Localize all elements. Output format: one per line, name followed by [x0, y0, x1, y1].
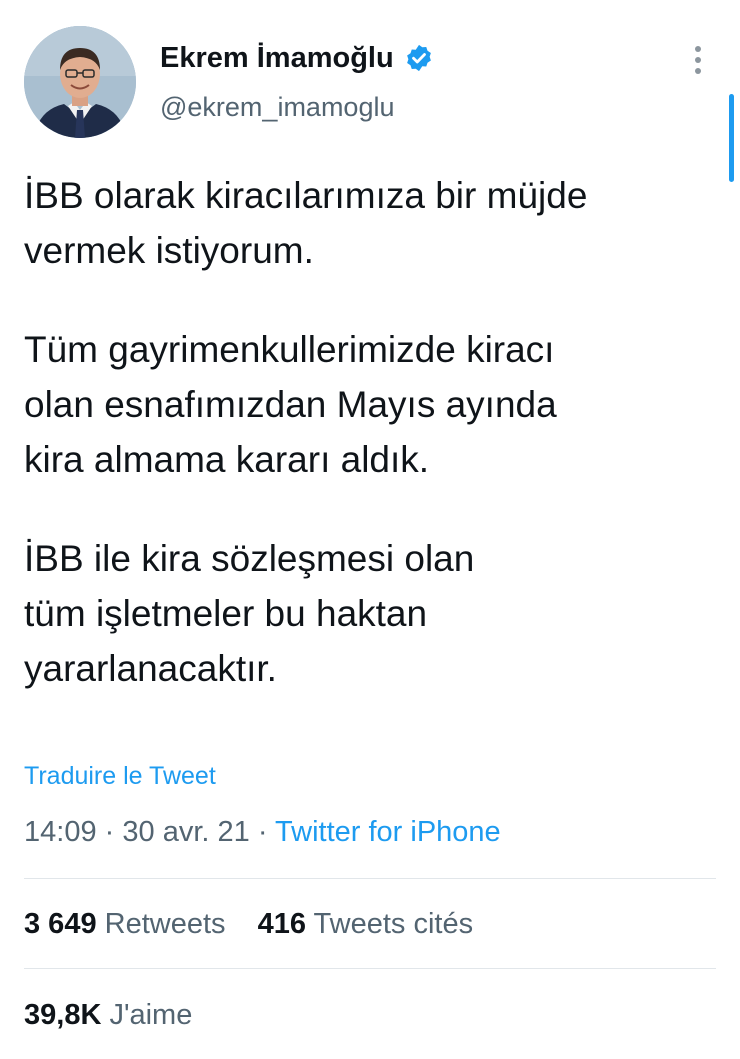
scrollbar-thumb[interactable]	[729, 94, 734, 182]
more-vertical-icon[interactable]	[686, 42, 710, 78]
retweets-stat[interactable]: 3 649 Retweets	[24, 908, 226, 941]
tweet-text-line: yararlanacaktır.	[24, 648, 277, 689]
retweets-label: Retweets	[104, 908, 226, 940]
author-display-name[interactable]: Ekrem İmamoğlu	[160, 42, 394, 75]
more-dot	[695, 68, 701, 74]
quotes-stat[interactable]: 416 Tweets cités	[258, 908, 474, 941]
avatar[interactable]	[24, 26, 136, 138]
tweet-text-line: Tüm gayrimenkullerimizde kiracı	[24, 329, 555, 370]
translate-tweet-link[interactable]: Traduire le Tweet	[24, 762, 216, 791]
tweet-text-line: İBB olarak kiracılarımıza bir müjde	[24, 175, 588, 216]
more-dot	[695, 57, 701, 63]
tweet-source-link[interactable]: Twitter for iPhone	[275, 816, 501, 848]
meta-separator: ·	[257, 816, 268, 848]
tweet-text-line: olan esnafımızdan Mayıs ayında	[24, 384, 557, 425]
more-dot	[695, 46, 701, 52]
tweet-text-line: tüm işletmeler bu haktan	[24, 593, 428, 634]
tweet-text-line: vermek istiyorum.	[24, 230, 314, 271]
profile-photo	[24, 26, 136, 138]
quotes-count: 416	[257, 908, 306, 940]
likes-label: J'aime	[109, 999, 193, 1031]
likes-row: 39,8K J'aime	[24, 999, 192, 1032]
tweet-text: İBB olarak kiracılarımıza bir müjde verm…	[24, 168, 716, 696]
tweet-time[interactable]: 14:09	[24, 816, 97, 848]
engagement-row: 3 649 Retweets 416 Tweets cités	[24, 908, 473, 941]
likes-stat[interactable]: 39,8K J'aime	[24, 999, 192, 1032]
tweet-text-line: kira almama kararı aldık.	[24, 439, 430, 480]
divider	[24, 878, 716, 879]
verified-badge-icon	[404, 43, 434, 73]
likes-count: 39,8K	[24, 999, 102, 1031]
quotes-label: Tweets cités	[313, 908, 474, 940]
tweet-meta: 14:09 · 30 avr. 21 · Twitter for iPhone	[24, 816, 501, 849]
tweet-date[interactable]: 30 avr. 21	[122, 816, 249, 848]
author-handle[interactable]: @ekrem_imamoglu	[160, 92, 394, 123]
meta-separator: ·	[104, 816, 115, 848]
author-name-row[interactable]: Ekrem İmamoğlu	[160, 40, 434, 76]
tweet-text-line: İBB ile kira sözleşmesi olan	[24, 538, 475, 579]
divider	[24, 968, 716, 969]
retweets-count: 3 649	[24, 908, 97, 940]
